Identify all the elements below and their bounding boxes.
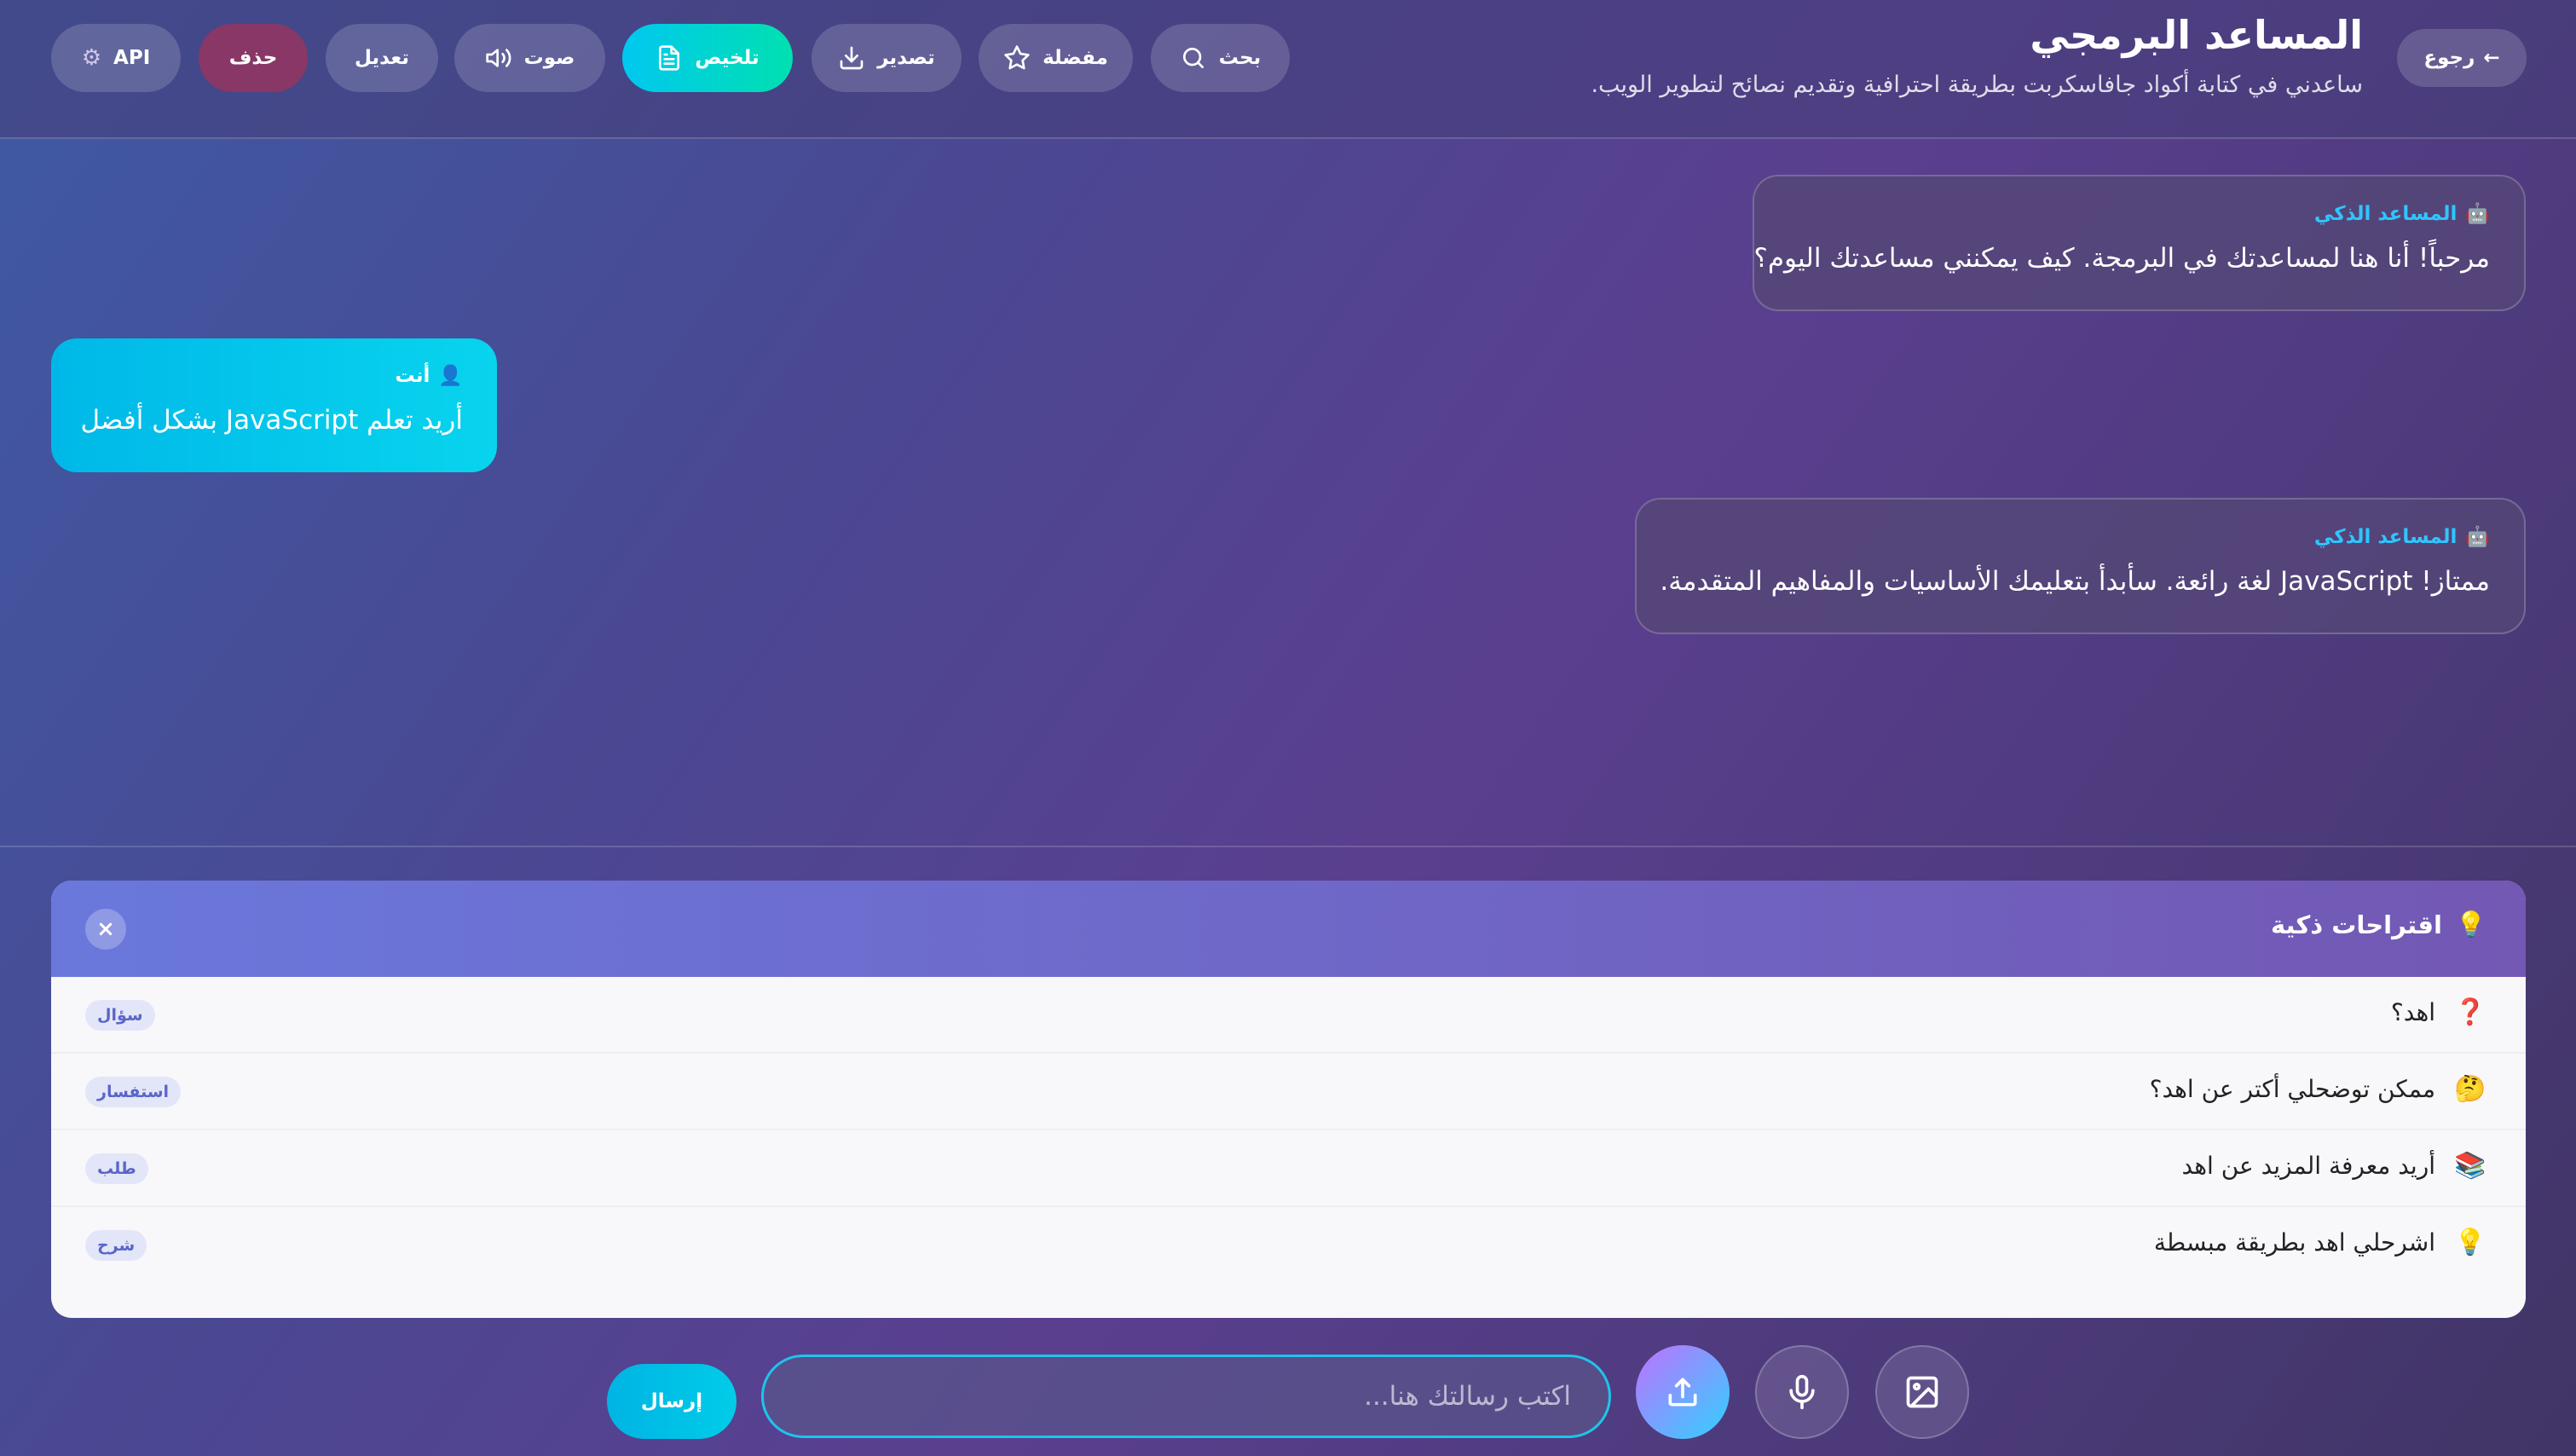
- suggestion-tag: استفسار: [85, 1077, 182, 1107]
- arrow-left-icon: ←: [2483, 47, 2500, 69]
- suggestion-text: اشرحلي اهد بطريقة مبسطة: [2153, 1228, 2435, 1257]
- suggestion-item[interactable]: 💡 اشرحلي اهد بطريقة مبسطة شرح: [51, 1207, 2526, 1284]
- delete-button[interactable]: حذف: [199, 24, 308, 92]
- upload-icon: [1668, 1378, 1697, 1407]
- star-icon: [1004, 45, 1030, 70]
- assistant-message: 🤖 المساعد الذكي مرحباً! أنا هنا لمساعدتك…: [1753, 175, 2526, 311]
- divider: [0, 846, 2576, 847]
- user-icon: 👤: [438, 365, 463, 387]
- download-icon: [840, 46, 863, 70]
- suggestion-item[interactable]: ❓ اهد؟ سؤال: [51, 977, 2526, 1054]
- document-icon: [659, 45, 680, 71]
- robot-icon: 🤖: [2465, 203, 2490, 225]
- upload-button[interactable]: [1636, 1345, 1730, 1439]
- user-message: 👤 أنت أريد تعلم JavaScript بشكل أفضل: [51, 338, 497, 472]
- image-button[interactable]: [1875, 1345, 1969, 1439]
- edit-button[interactable]: تعديل: [326, 24, 438, 92]
- search-icon: [1182, 48, 1204, 68]
- suggestion-item[interactable]: 📚 أريد معرفة المزيد عن اهد طلب: [51, 1130, 2526, 1207]
- voice-button[interactable]: صوت: [454, 24, 605, 92]
- message-sender: 🤖 المساعد الذكي: [2313, 202, 2490, 226]
- message-sender: 👤 أنت: [395, 364, 463, 388]
- smart-suggestions-panel: 💡 اقتراحات ذكية × ❓ اهد؟ سؤال 🤔 ممكن توض…: [51, 881, 2526, 1318]
- thinking-face-icon: 🤔: [2454, 1074, 2486, 1104]
- export-button[interactable]: تصدير: [811, 24, 962, 92]
- message-sender: 🤖 المساعد الذكي: [2313, 525, 2490, 549]
- favorite-button[interactable]: مفضلة: [979, 24, 1133, 92]
- suggestion-tag: طلب: [85, 1153, 148, 1184]
- search-button[interactable]: بحث: [1151, 24, 1290, 92]
- books-icon: 📚: [2454, 1151, 2486, 1181]
- back-button[interactable]: رجوع ←: [2397, 29, 2527, 87]
- message-text: مرحباً! أنا هنا لمساعدتك في البرمجة. كيف…: [1753, 243, 2490, 274]
- suggestion-item[interactable]: 🤔 ممكن توضحلي أكتر عن اهد؟ استفسار: [51, 1054, 2526, 1130]
- suggestion-tag: شرح: [85, 1230, 147, 1261]
- suggestion-tag: سؤال: [85, 1000, 155, 1031]
- message-text: ممتاز! JavaScript لغة رائعة. سأبدأ بتعلي…: [1660, 566, 2490, 597]
- question-icon: ❓: [2454, 997, 2486, 1027]
- robot-icon: 🤖: [2465, 526, 2490, 548]
- suggestion-text: ممكن توضحلي أكتر عن اهد؟: [2149, 1075, 2435, 1103]
- send-button[interactable]: إرسال: [607, 1364, 736, 1439]
- lightbulb-icon: 💡: [2455, 910, 2486, 939]
- suggestions-title: 💡 اقتراحات ذكية: [2270, 910, 2486, 939]
- summarize-button[interactable]: تلخيص: [622, 24, 793, 92]
- microphone-button[interactable]: [1755, 1345, 1849, 1439]
- lightbulb-icon: 💡: [2454, 1228, 2486, 1257]
- message-input[interactable]: [761, 1355, 1611, 1438]
- suggestions-header: 💡 اقتراحات ذكية ×: [51, 881, 2526, 977]
- speaker-icon: [485, 49, 511, 67]
- app-header: ⚙ API حذف تعديل صوت تلخيص تصدير مفضلة بح…: [0, 0, 2576, 139]
- assistant-message: 🤖 المساعد الذكي ممتاز! JavaScript لغة را…: [1635, 498, 2526, 634]
- page-title: المساعد البرمجي: [2030, 12, 2363, 58]
- gear-icon: ⚙: [81, 45, 102, 71]
- image-icon: [1906, 1376, 1938, 1408]
- api-button[interactable]: ⚙ API: [51, 24, 181, 92]
- suggestion-text: أريد معرفة المزيد عن اهد: [2181, 1152, 2435, 1180]
- microphone-icon: [1789, 1374, 1815, 1410]
- suggestion-text: اهد؟: [2390, 998, 2435, 1026]
- message-text: أريد تعلم JavaScript بشكل أفضل: [80, 405, 463, 436]
- page-subtitle: ساعدني في كتابة أكواد جافاسكربت بطريقة ا…: [1591, 72, 2363, 98]
- close-suggestions-button[interactable]: ×: [85, 909, 126, 950]
